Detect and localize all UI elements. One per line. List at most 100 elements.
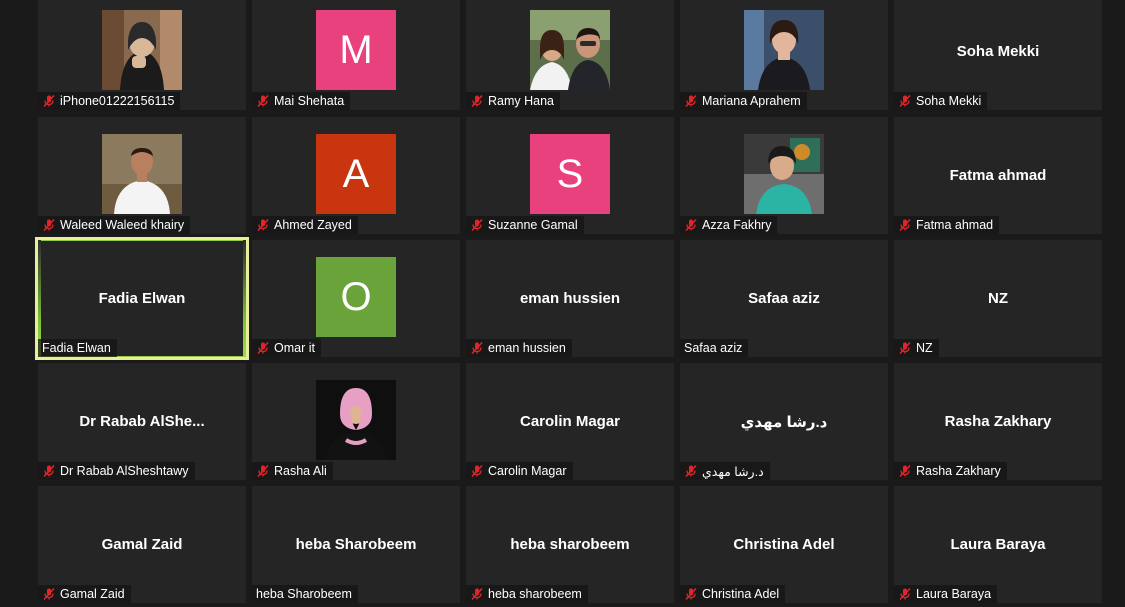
participant-nameplate: Fadia Elwan <box>38 339 117 357</box>
participant-nameplate: Rasha Ali <box>252 462 333 480</box>
participant-nameplate: Rasha Zakhary <box>894 462 1007 480</box>
microphone-muted-icon <box>256 464 270 478</box>
participant-name: Azza Fakhry <box>702 218 772 232</box>
participant-display-name: NZ <box>988 290 1008 307</box>
participant-name: Safaa aziz <box>684 341 743 355</box>
microphone-muted-icon <box>470 464 484 478</box>
participant-display-name: Gamal Zaid <box>101 536 183 553</box>
microphone-muted-icon <box>42 218 56 232</box>
participant-tile[interactable]: Gamal Zaid Gamal Zaid <box>38 486 246 603</box>
participant-display-name: heba sharobeem <box>510 536 630 553</box>
participant-tile[interactable]: M Mai Shehata <box>252 0 460 110</box>
participant-nameplate: heba sharobeem <box>466 585 588 603</box>
participant-video-thumbnail <box>744 134 824 214</box>
participant-name: eman hussien <box>488 341 566 355</box>
participant-name: Fatma ahmad <box>916 218 994 232</box>
participant-display-name: Fadia Elwan <box>98 290 186 307</box>
microphone-muted-icon <box>470 94 484 108</box>
participant-nameplate: Ramy Hana <box>466 92 560 110</box>
participant-nameplate: Soha Mekki <box>894 92 988 110</box>
participant-tile[interactable]: Safaa aziz Safaa aziz <box>680 240 888 357</box>
participant-tile[interactable]: Rasha Zakhary Rasha Zakhary <box>894 363 1102 480</box>
participant-video-thumbnail <box>102 134 182 214</box>
participant-tile[interactable]: Laura Baraya Laura Baraya <box>894 486 1102 603</box>
participant-display-name: Christina Adel <box>733 536 835 553</box>
participant-display-name: Soha Mekki <box>956 43 1040 60</box>
participant-avatar: A <box>316 134 396 214</box>
microphone-muted-icon <box>684 94 698 108</box>
participant-display-name: Carolin Magar <box>519 413 621 430</box>
participant-video-thumbnail <box>530 10 610 90</box>
participant-nameplate: Gamal Zaid <box>38 585 131 603</box>
participant-tile[interactable]: Carolin Magar Carolin Magar <box>466 363 674 480</box>
participant-display-name: heba Sharobeem <box>295 536 417 553</box>
participant-nameplate: iPhone01222156115 <box>38 92 181 110</box>
participant-nameplate: Carolin Magar <box>466 462 573 480</box>
participant-nameplate: Laura Baraya <box>894 585 998 603</box>
participant-display-name: Laura Baraya <box>950 536 1046 553</box>
participant-tile[interactable]: د.رشا مهدي د.رشا مهدي <box>680 363 888 480</box>
participant-nameplate: Waleed Waleed khairy <box>38 216 191 234</box>
participant-video-thumbnail <box>102 10 182 90</box>
microphone-muted-icon <box>470 341 484 355</box>
participant-tile[interactable]: Azza Fakhry <box>680 117 888 234</box>
participant-name: Rasha Ali <box>274 464 327 478</box>
participant-name: Laura Baraya <box>916 587 992 601</box>
participant-tile[interactable]: Dr Rabab AlShe... Dr Rabab AlSheshtawy <box>38 363 246 480</box>
microphone-muted-icon <box>256 94 270 108</box>
participant-nameplate: heba Sharobeem <box>252 585 358 603</box>
participant-tile[interactable]: Christina Adel Christina Adel <box>680 486 888 603</box>
participant-nameplate: Omar it <box>252 339 321 357</box>
participant-nameplate: د.رشا مهدي <box>680 462 770 480</box>
participant-tile[interactable]: A Ahmed Zayed <box>252 117 460 234</box>
participant-nameplate: Safaa aziz <box>680 339 749 357</box>
participant-display-name: Dr Rabab AlShe... <box>79 413 205 430</box>
microphone-muted-icon <box>898 94 912 108</box>
participant-nameplate: Dr Rabab AlSheshtawy <box>38 462 195 480</box>
participant-name: Ahmed Zayed <box>274 218 352 232</box>
participant-nameplate: Azza Fakhry <box>680 216 778 234</box>
participant-name: د.رشا مهدي <box>702 464 764 479</box>
participant-tile[interactable]: heba sharobeem heba sharobeem <box>466 486 674 603</box>
participant-tile[interactable]: Waleed Waleed khairy <box>38 117 246 234</box>
participant-name: Ramy Hana <box>488 94 554 108</box>
participant-tile[interactable]: O Omar it <box>252 240 460 357</box>
participant-display-name: د.رشا مهدي <box>740 414 828 431</box>
participant-name: Suzanne Gamal <box>488 218 578 232</box>
participant-tile[interactable]: Rasha Ali <box>252 363 460 480</box>
participant-nameplate: NZ <box>894 339 939 357</box>
participant-nameplate: Mariana Aprahem <box>680 92 807 110</box>
participant-nameplate: Ahmed Zayed <box>252 216 358 234</box>
participant-tile[interactable]: S Suzanne Gamal <box>466 117 674 234</box>
participant-nameplate: Suzanne Gamal <box>466 216 584 234</box>
participant-name: Rasha Zakhary <box>916 464 1001 478</box>
participant-name: iPhone01222156115 <box>60 94 175 108</box>
microphone-muted-icon <box>898 587 912 601</box>
participant-nameplate: Christina Adel <box>680 585 786 603</box>
participant-tile[interactable]: Fatma ahmad Fatma ahmad <box>894 117 1102 234</box>
microphone-muted-icon <box>470 587 484 601</box>
participant-tile[interactable]: NZ NZ <box>894 240 1102 357</box>
microphone-muted-icon <box>42 587 56 601</box>
gallery-grid: iPhone01222156115 M Mai Shehata Ramy Hana Ma… <box>0 0 1125 607</box>
participant-name: Fadia Elwan <box>42 341 111 355</box>
microphone-muted-icon <box>684 464 698 478</box>
microphone-muted-icon <box>684 218 698 232</box>
participant-tile[interactable]: Mariana Aprahem <box>680 0 888 110</box>
participant-tile[interactable]: iPhone01222156115 <box>38 0 246 110</box>
microphone-muted-icon <box>256 218 270 232</box>
participant-tile[interactable]: Soha Mekki Soha Mekki <box>894 0 1102 110</box>
microphone-muted-icon <box>898 464 912 478</box>
participant-avatar: S <box>530 134 610 214</box>
microphone-muted-icon <box>898 218 912 232</box>
participant-tile[interactable]: heba Sharobeem heba Sharobeem <box>252 486 460 603</box>
participant-name: Mai Shehata <box>274 94 345 108</box>
microphone-muted-icon <box>256 341 270 355</box>
participant-display-name: eman hussien <box>519 290 621 307</box>
microphone-muted-icon <box>898 341 912 355</box>
participant-tile[interactable]: eman hussien eman hussien <box>466 240 674 357</box>
participant-name: NZ <box>916 341 933 355</box>
participant-tile[interactable]: Ramy Hana <box>466 0 674 110</box>
participant-video-thumbnail <box>316 380 396 460</box>
participant-tile[interactable]: Fadia Elwan Fadia Elwan <box>35 237 249 360</box>
